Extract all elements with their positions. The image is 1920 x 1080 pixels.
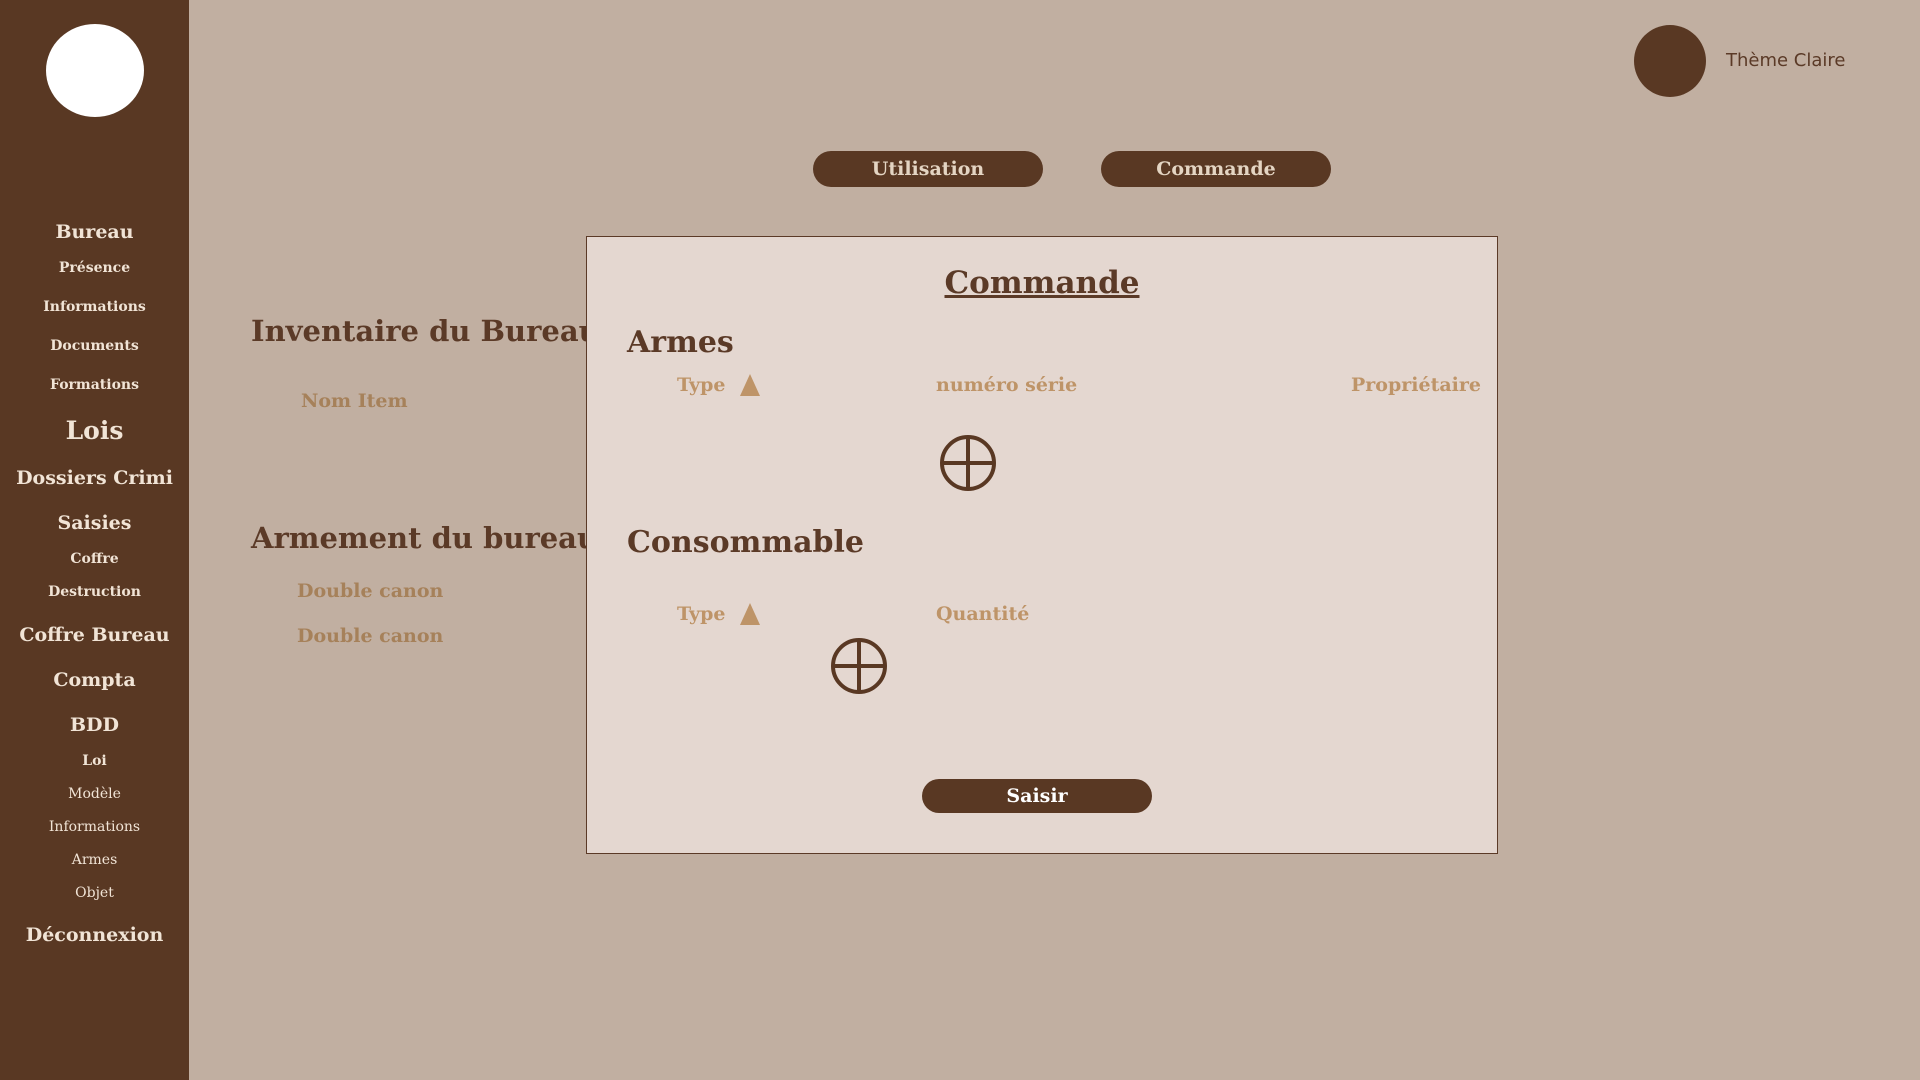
add-weapon-icon[interactable] <box>940 435 996 491</box>
logo <box>46 24 144 117</box>
sidebar-item-compta[interactable]: Compta <box>0 669 189 691</box>
sidebar-item-armes[interactable]: Armes <box>0 852 189 868</box>
sort-asc-icon[interactable] <box>740 603 760 625</box>
sidebar-item-destruction[interactable]: Destruction <box>0 584 189 600</box>
sidebar-item-dossiers-crimi[interactable]: Dossiers Crimi <box>0 467 189 489</box>
armament-title: Armement du bureau <box>251 521 599 555</box>
sidebar-item-bdd-informations[interactable]: Informations <box>0 819 189 835</box>
sidebar-item-loi[interactable]: Loi <box>0 753 189 769</box>
theme-toggle-button[interactable] <box>1634 25 1706 97</box>
sort-asc-icon[interactable] <box>740 374 760 396</box>
consumable-quantity-header: Quantité <box>936 603 1030 625</box>
sidebar-item-documents[interactable]: Documents <box>0 338 189 354</box>
sidebar-item-informations[interactable]: Informations <box>0 299 189 315</box>
sidebar-item-objet[interactable]: Objet <box>0 885 189 901</box>
sidebar-item-saisies[interactable]: Saisies <box>0 512 189 534</box>
modal-title: Commande <box>944 265 1140 301</box>
inventory-column-header: Nom Item <box>301 390 408 412</box>
sidebar-item-coffre[interactable]: Coffre <box>0 551 189 567</box>
sidebar: Bureau Présence Informations Documents F… <box>0 0 189 1080</box>
weapons-section-title: Armes <box>627 325 734 360</box>
weapons-serial-header: numéro série <box>936 374 1078 396</box>
sidebar-item-bdd[interactable]: BDD <box>0 714 189 736</box>
sidebar-item-lois[interactable]: Lois <box>0 416 189 445</box>
weapons-owner-header: Propriétaire <box>1351 374 1481 396</box>
list-item[interactable]: Double canon <box>297 625 443 647</box>
sidebar-item-deconnexion[interactable]: Déconnexion <box>0 924 189 946</box>
weapons-type-header: Type <box>677 374 726 396</box>
tab-commande[interactable]: Commande <box>1101 151 1331 187</box>
sidebar-item-formations[interactable]: Formations <box>0 377 189 393</box>
consumable-section-title: Consommable <box>627 525 864 560</box>
sidebar-item-coffre-bureau[interactable]: Coffre Bureau <box>0 624 189 646</box>
tab-utilisation[interactable]: Utilisation <box>813 151 1043 187</box>
submit-button[interactable]: Saisir <box>922 779 1152 813</box>
sidebar-item-presence[interactable]: Présence <box>0 260 189 276</box>
order-modal: Commande Armes Type numéro série Proprié… <box>586 236 1498 854</box>
inventory-title: Inventaire du Bureau <box>251 314 600 348</box>
consumable-type-header: Type <box>677 603 726 625</box>
sidebar-item-bureau[interactable]: Bureau <box>0 221 189 243</box>
theme-label: Thème Claire <box>1726 50 1846 71</box>
list-item[interactable]: Double canon <box>297 580 443 602</box>
sidebar-item-modele[interactable]: Modèle <box>0 786 189 802</box>
add-consumable-icon[interactable] <box>831 638 887 694</box>
